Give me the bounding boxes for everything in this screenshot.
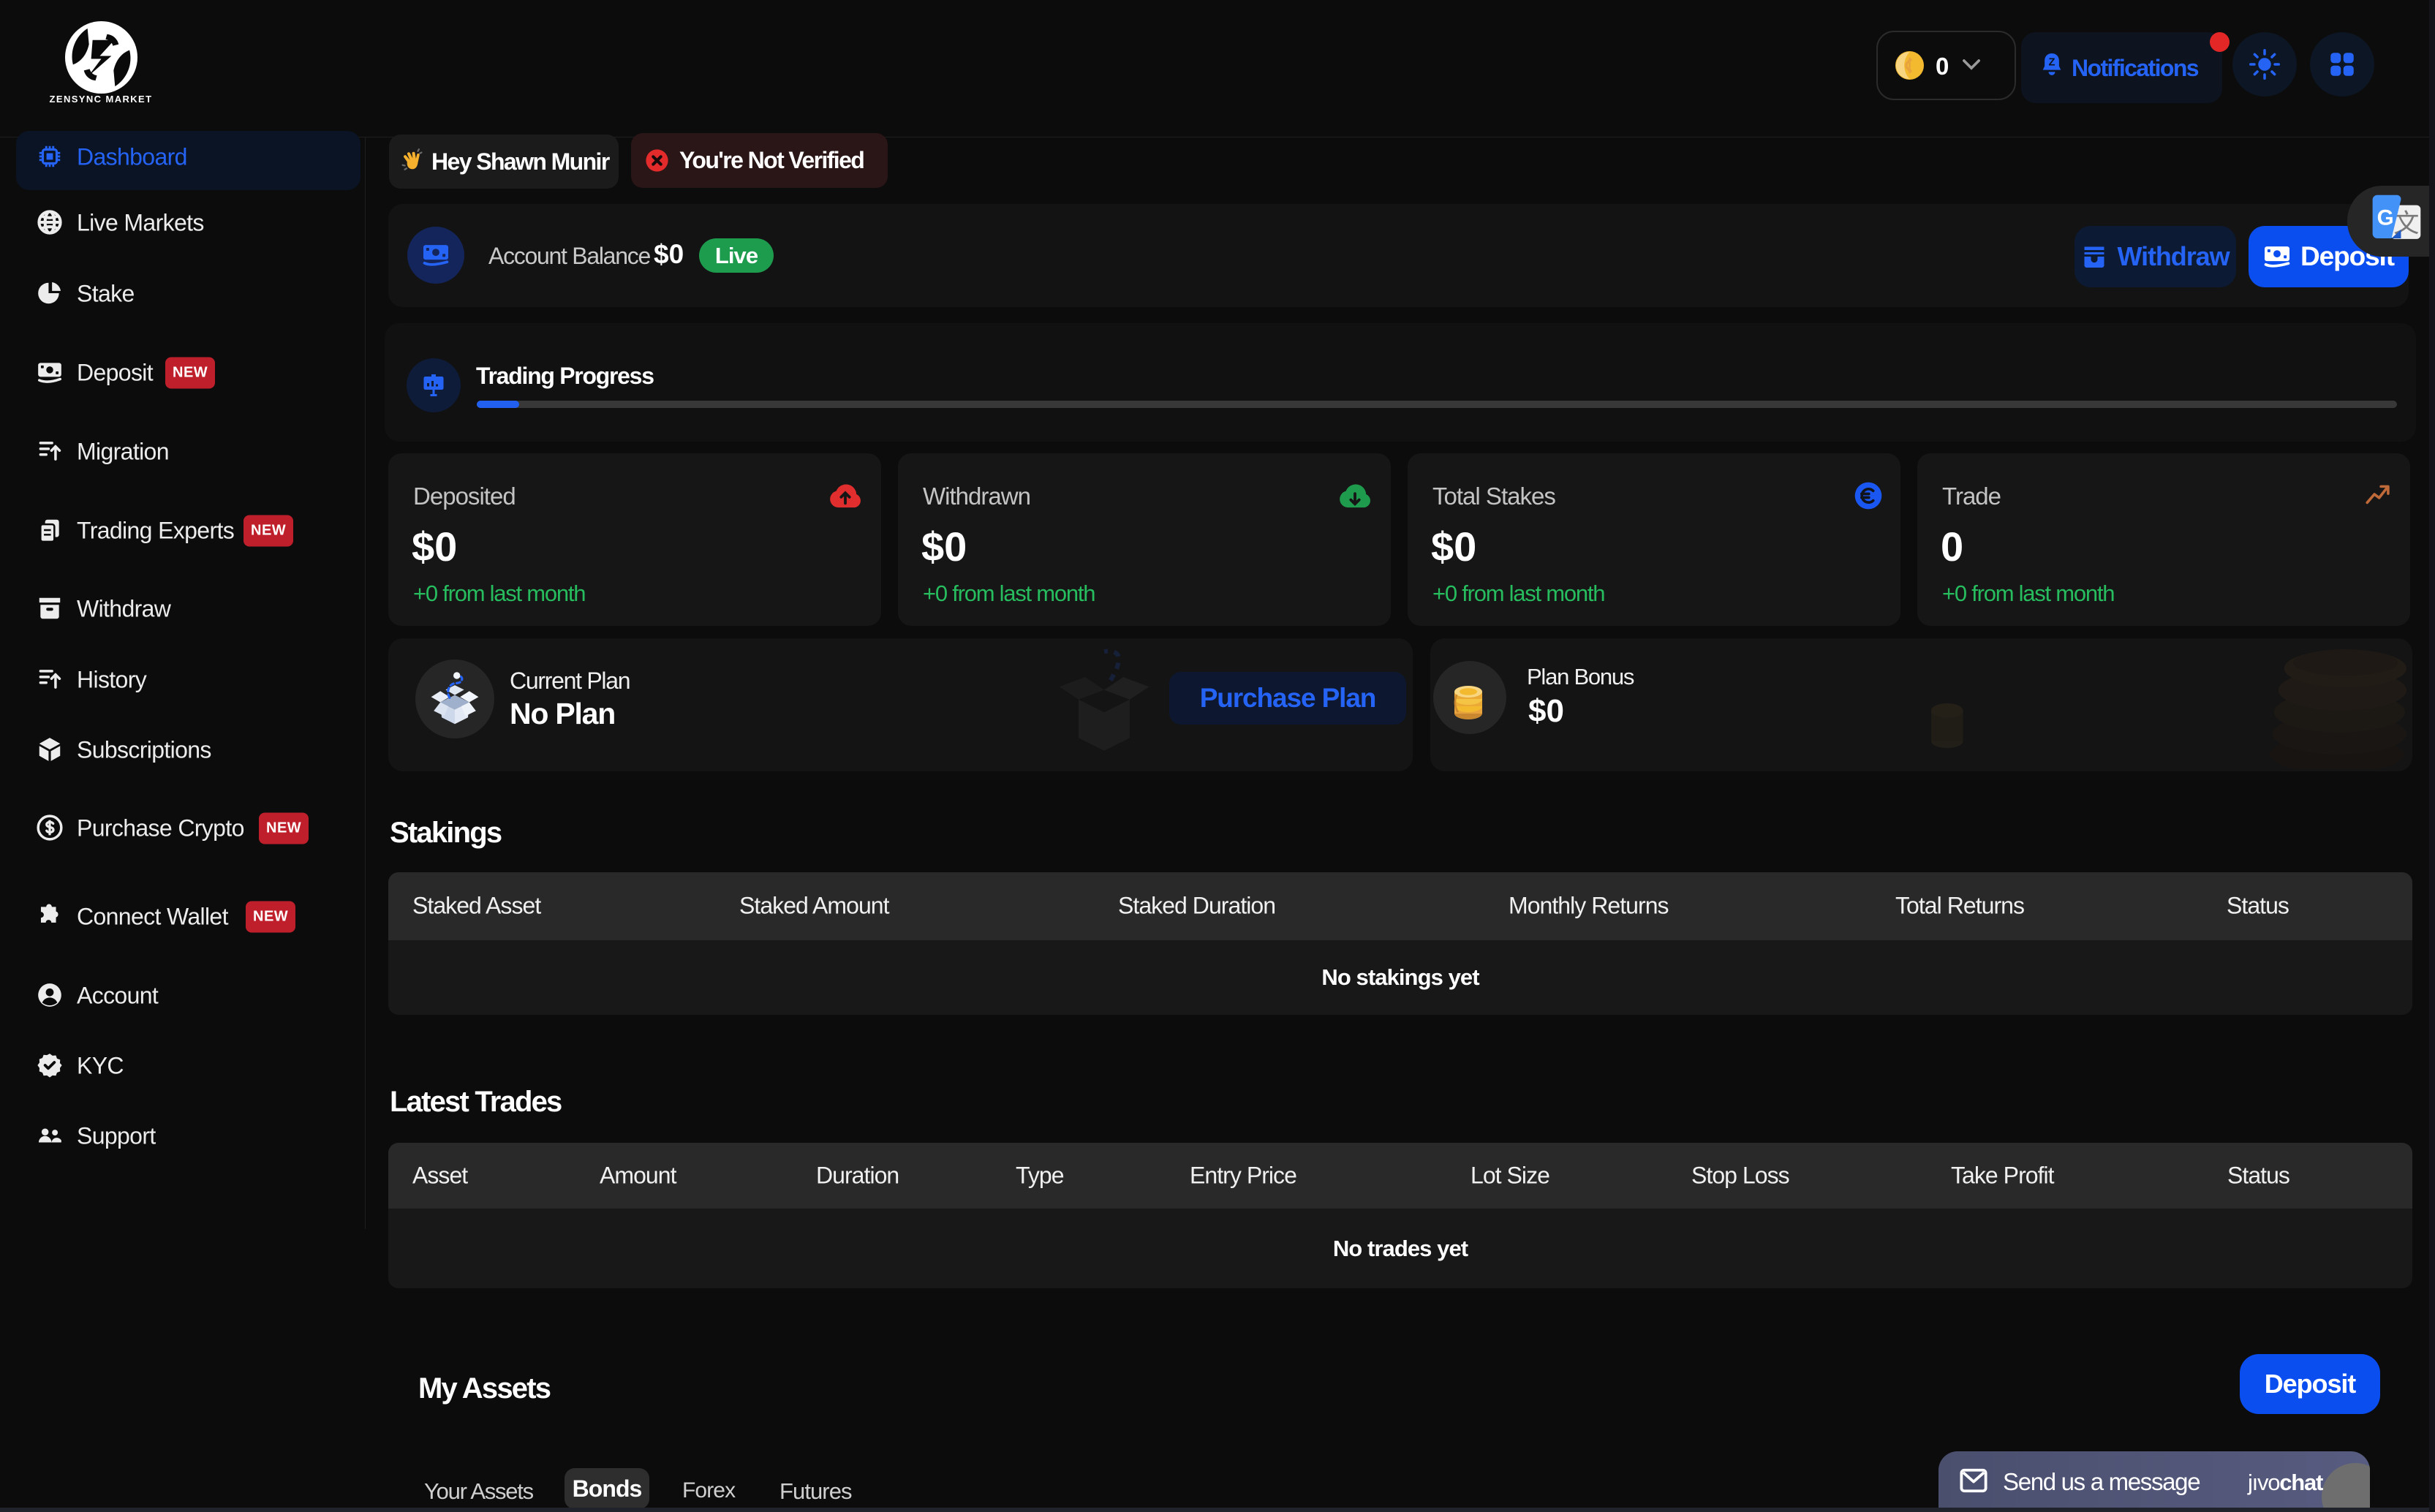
svg-text:G: G <box>2377 205 2394 230</box>
svg-text:Z: Z <box>2049 57 2055 69</box>
